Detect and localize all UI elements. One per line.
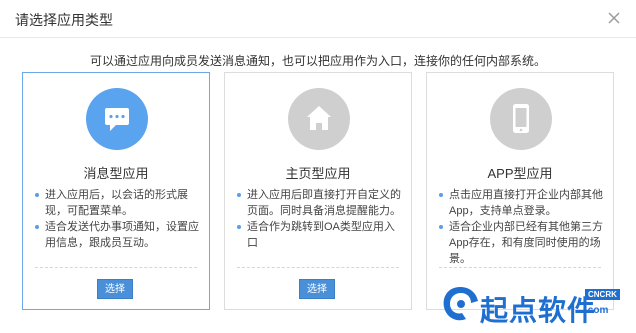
card-divider [35, 267, 197, 268]
card-bullet: 适合企业内部已经有其他第三方App存在，和有度同时使用的场景。 [437, 219, 605, 267]
home-icon [288, 88, 350, 150]
select-button[interactable]: 选择 [299, 279, 335, 299]
select-button[interactable]: 选择 [97, 279, 133, 299]
card-description-list: 进入应用后即直接打开自定义的页面。同时具备消息提醒能力。 适合作为跳转到OA类型… [235, 187, 403, 251]
watermark-text: 起点软件 [480, 294, 597, 327]
watermark-swirl-icon [443, 287, 478, 321]
app-type-card-homepage[interactable]: 主页型应用 进入应用后即直接打开自定义的页面。同时具备消息提醒能力。 适合作为跳… [224, 72, 412, 310]
card-bullet: 进入应用后即直接打开自定义的页面。同时具备消息提醒能力。 [235, 187, 403, 219]
card-divider [439, 267, 601, 268]
close-button[interactable] [604, 8, 624, 28]
card-title: APP型应用 [487, 166, 553, 181]
card-description-list: 进入应用后，以会话的形式展现，可配置菜单。 适合发送代办事项通知，设置应用信息，… [33, 187, 201, 251]
card-title: 消息型应用 [83, 166, 149, 181]
app-type-card-app[interactable]: APP型应用 点击应用直接打开企业内部其他App，支持单点登录。 适合企业内部已… [426, 72, 614, 310]
card-bullet: 适合发送代办事项通知，设置应用信息，跟成员互动。 [33, 219, 201, 251]
phone-icon [490, 88, 552, 150]
card-bullet: 进入应用后，以会话的形式展现，可配置菜单。 [33, 187, 201, 219]
card-title: 主页型应用 [285, 166, 351, 181]
dialog-title: 请选择应用类型 [15, 12, 113, 28]
card-divider [237, 267, 399, 268]
dialog-intro-text: 可以通过应用向成员发送消息通知，也可以把应用作为入口，连接你的任何内部系统。 [89, 54, 546, 68]
card-description-list: 点击应用直接打开企业内部其他App，支持单点登录。 适合企业内部已经有其他第三方… [437, 187, 605, 267]
watermark-domain: .com [585, 305, 609, 316]
card-bullet: 适合作为跳转到OA类型应用入口 [235, 219, 403, 251]
card-bullet: 点击应用直接打开企业内部其他App，支持单点登录。 [437, 187, 605, 219]
app-type-card-message[interactable]: 消息型应用 进入应用后，以会话的形式展现，可配置菜单。 适合发送代办事项通知，设… [22, 72, 210, 310]
chat-bubble-icon [86, 88, 148, 150]
dialog-header: 请选择应用类型 [0, 0, 636, 38]
watermark-badge: CNCRK [585, 289, 620, 300]
close-icon[interactable] [604, 8, 624, 28]
watermark-logo: 起点软件 CNCRK .com [438, 283, 628, 329]
